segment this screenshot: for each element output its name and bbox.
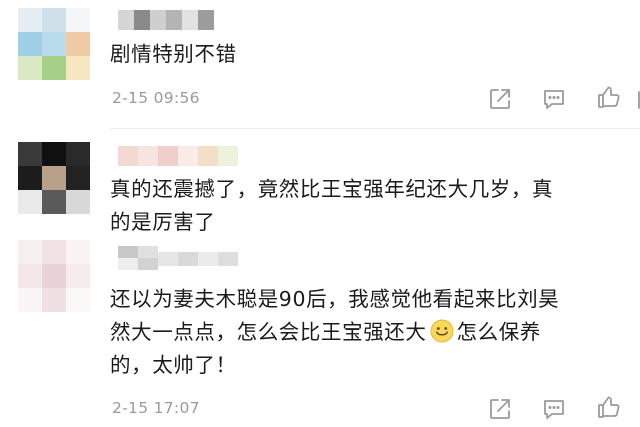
- comment-timestamp: 2-15 17:07: [112, 399, 200, 417]
- comment-text-line: 然大一点点，怎么会比王宝强还大 怎么保养: [110, 316, 559, 349]
- avatar[interactable]: [18, 142, 90, 214]
- comment-text-line: 剧情特别不错: [110, 42, 237, 66]
- like-icon[interactable]: [596, 84, 622, 110]
- divider: [110, 128, 640, 129]
- avatar[interactable]: [18, 8, 90, 80]
- comment-text-segment: 怎么保养: [456, 320, 541, 344]
- comment-text: 还以为妻夫木聪是90后，我感觉他看起来比刘昊 然大一点点，怎么会比王宝强还大 怎…: [110, 283, 559, 382]
- comment-text-line: 的，太帅了！: [110, 353, 237, 377]
- username-blurred[interactable]: [118, 10, 218, 32]
- avatar[interactable]: [18, 240, 90, 312]
- comment-text-line: 真的还震撼了，竟然比王宝强年纪还大几岁，真: [110, 177, 554, 201]
- comment-text: 剧情特别不错: [110, 38, 237, 71]
- comment-timestamp: 2-15 09:56: [112, 89, 200, 107]
- like-icon[interactable]: [596, 394, 622, 420]
- share-icon[interactable]: [487, 396, 513, 422]
- reply-icon[interactable]: [541, 86, 567, 112]
- comment-text: 真的还震撼了，竟然比王宝强年纪还大几岁，真 的是厉害了: [110, 173, 553, 239]
- username-blurred[interactable]: [118, 146, 238, 168]
- more-icon[interactable]: [626, 86, 640, 112]
- comment-text-line: 的是厉害了: [110, 210, 216, 234]
- share-icon[interactable]: [487, 86, 513, 112]
- comment-text-line: 还以为妻夫木聪是90后，我感觉他看起来比刘昊: [110, 287, 560, 311]
- smile-emoji-icon: [430, 319, 454, 343]
- reply-icon[interactable]: [541, 396, 567, 422]
- username-blurred[interactable]: [118, 246, 238, 272]
- comment-text-segment: 然大一点点，怎么会比王宝强还大: [110, 320, 427, 344]
